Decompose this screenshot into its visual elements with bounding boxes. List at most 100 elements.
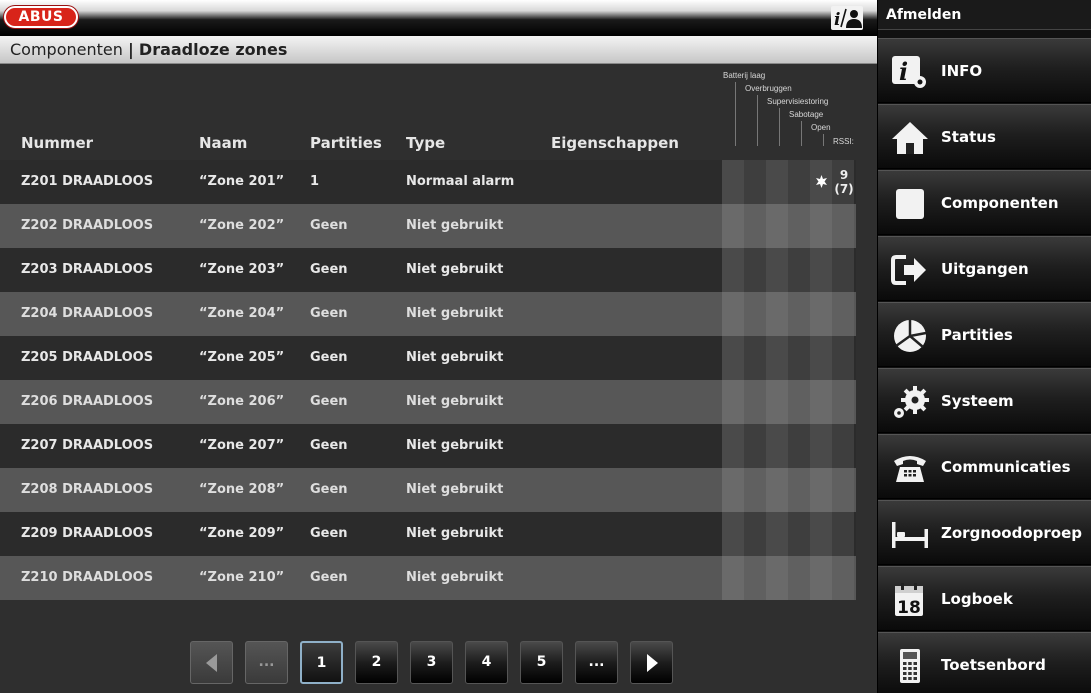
page-button-2[interactable]: 2 [355, 641, 398, 684]
table-row[interactable]: Z204 DRAADLOOS “Zone 204” Geen Niet gebr… [0, 292, 856, 336]
zone-number: Z205 DRAADLOOS [21, 350, 154, 365]
flag-cell-open [810, 248, 832, 292]
svg-text:i: i [899, 57, 908, 86]
sidebar-item-label: Componenten [941, 194, 1059, 212]
sidebar-item-logboek[interactable]: 18 Logboek [878, 566, 1091, 631]
pagination-ellipsis-start[interactable]: ... [245, 641, 288, 684]
table-row[interactable]: Z209 DRAADLOOS “Zone 209” Geen Niet gebr… [0, 512, 856, 556]
flag-cell-batterij-laag [722, 424, 744, 468]
flag-cell-supervisiestoring [766, 248, 788, 292]
sidebar-item-systeem[interactable]: Systeem [878, 368, 1091, 433]
flag-header-open: Open [811, 123, 831, 132]
flag-cell-rssi [832, 248, 854, 292]
zone-partitions: Geen [310, 438, 348, 453]
table-row[interactable]: Z203 DRAADLOOS “Zone 203” Geen Niet gebr… [0, 248, 856, 292]
page-button-1[interactable]: 1 [300, 641, 343, 684]
previous-page-button[interactable] [190, 641, 233, 684]
zone-type: Niet gebruikt [406, 218, 504, 233]
flag-cell-open [810, 336, 832, 380]
zone-type: Niet gebruikt [406, 262, 504, 277]
flag-cell-supervisiestoring [766, 204, 788, 248]
zone-number: Z210 DRAADLOOS [21, 570, 154, 585]
flag-cell-batterij-laag [722, 204, 744, 248]
sidebar-item-label: Zorgnoodoproep [941, 524, 1082, 542]
flag-cell-rssi [832, 424, 854, 468]
sidebar-item-uitgangen[interactable]: Uitgangen [878, 236, 1091, 301]
sidebar-item-communicaties[interactable]: Communicaties [878, 434, 1091, 499]
flag-cell-sabotage [788, 512, 810, 556]
sidebar-item-label: INFO [941, 62, 983, 80]
table-row[interactable]: Z205 DRAADLOOS “Zone 205” Geen Niet gebr… [0, 336, 856, 380]
flag-header-batterij-laag: Batterij laag [723, 71, 766, 80]
zone-partitions: Geen [310, 394, 348, 409]
sidebar-item-zorgnoodoproep[interactable]: Zorgnoodoproep [878, 500, 1091, 565]
svg-text:i: i [834, 10, 840, 30]
flag-cell-open [810, 204, 832, 248]
sidebar-item-partities[interactable]: Partities [878, 302, 1091, 367]
sidebar: Afmelden i INFO Status Componenten Uitga… [877, 0, 1091, 693]
zone-number: Z207 DRAADLOOS [21, 438, 154, 453]
flag-cell-batterij-laag [722, 160, 744, 204]
rssi-current: 9 [839, 168, 849, 182]
title-bar: Componenten | Draadloze zones [0, 36, 877, 64]
table-row[interactable]: Z210 DRAADLOOS “Zone 210” Geen Niet gebr… [0, 556, 856, 600]
page-button-5[interactable]: 5 [520, 641, 563, 684]
next-page-button[interactable] [630, 641, 673, 684]
user-info-icon[interactable]: i [831, 6, 863, 30]
sidebar-item-label: Partities [941, 326, 1013, 344]
table-row[interactable]: Z202 DRAADLOOS “Zone 202” Geen Niet gebr… [0, 204, 856, 248]
zone-name: “Zone 208” [199, 482, 285, 497]
pagination-ellipsis-end[interactable]: ... [575, 641, 618, 684]
sidebar-item-status[interactable]: Status [878, 104, 1091, 169]
table-row[interactable]: Z206 DRAADLOOS “Zone 206” Geen Niet gebr… [0, 380, 856, 424]
sidebar-item-info[interactable]: i INFO [878, 38, 1091, 103]
table-row[interactable]: Z201 DRAADLOOS “Zone 201” 1 Normaal alar… [0, 160, 856, 204]
flag-cell-sabotage [788, 248, 810, 292]
open-status-icon [816, 175, 827, 188]
flag-cell-overbruggen [744, 424, 766, 468]
sidebar-item-toetsenbord[interactable]: Toetsenbord [878, 632, 1091, 693]
logout-button[interactable]: Afmelden [878, 0, 1091, 30]
zone-number: Z209 DRAADLOOS [21, 526, 154, 541]
zone-partitions: Geen [310, 350, 348, 365]
flag-cell-overbruggen [744, 292, 766, 336]
flag-cell-supervisiestoring [766, 468, 788, 512]
breadcrumb: Componenten | Draadloze zones [10, 40, 287, 59]
flag-cell-sabotage [788, 204, 810, 248]
flag-divider [801, 121, 802, 146]
flag-cell-open [810, 292, 832, 336]
zone-type: Niet gebruikt [406, 526, 504, 541]
flag-cell-supervisiestoring [766, 292, 788, 336]
flag-cell-sabotage [788, 556, 810, 600]
flag-cell-rssi [832, 380, 854, 424]
flag-cell-open [810, 380, 832, 424]
page-button-4[interactable]: 4 [465, 641, 508, 684]
arrow-right-icon [646, 654, 658, 672]
page-button-3[interactable]: 3 [410, 641, 453, 684]
output-arrow-icon [891, 255, 926, 285]
flag-cell-overbruggen [744, 336, 766, 380]
sidebar-item-label: Communicaties [941, 458, 1071, 476]
rssi-value: 9 (7) [833, 168, 855, 196]
flag-cell-overbruggen [744, 160, 766, 204]
flag-cell-overbruggen [744, 512, 766, 556]
breadcrumb-parent[interactable]: Componenten [10, 40, 123, 59]
sidebar-item-componenten[interactable]: Componenten [878, 170, 1091, 235]
flag-header-supervisiestoring: Supervisiestoring [767, 97, 829, 106]
flag-header-rssi: RSSI: [833, 137, 854, 146]
table-row[interactable]: Z208 DRAADLOOS “Zone 208” Geen Niet gebr… [0, 468, 856, 512]
flag-cell-open [810, 512, 832, 556]
flag-cell-batterij-laag [722, 336, 744, 380]
flag-cell-supervisiestoring [766, 556, 788, 600]
keypad-icon [900, 649, 920, 683]
flag-cell-rssi [832, 204, 854, 248]
flag-cell-sabotage [788, 380, 810, 424]
flag-cell-open [810, 556, 832, 600]
flag-cell-sabotage [788, 336, 810, 380]
app-root: ABUS i Componenten | Draadloze zones Num… [0, 0, 1091, 693]
flag-cell-batterij-laag [722, 248, 744, 292]
zone-type: Niet gebruikt [406, 350, 504, 365]
zone-name: “Zone 210” [199, 570, 285, 585]
flag-divider [823, 134, 824, 146]
table-row[interactable]: Z207 DRAADLOOS “Zone 207” Geen Niet gebr… [0, 424, 856, 468]
